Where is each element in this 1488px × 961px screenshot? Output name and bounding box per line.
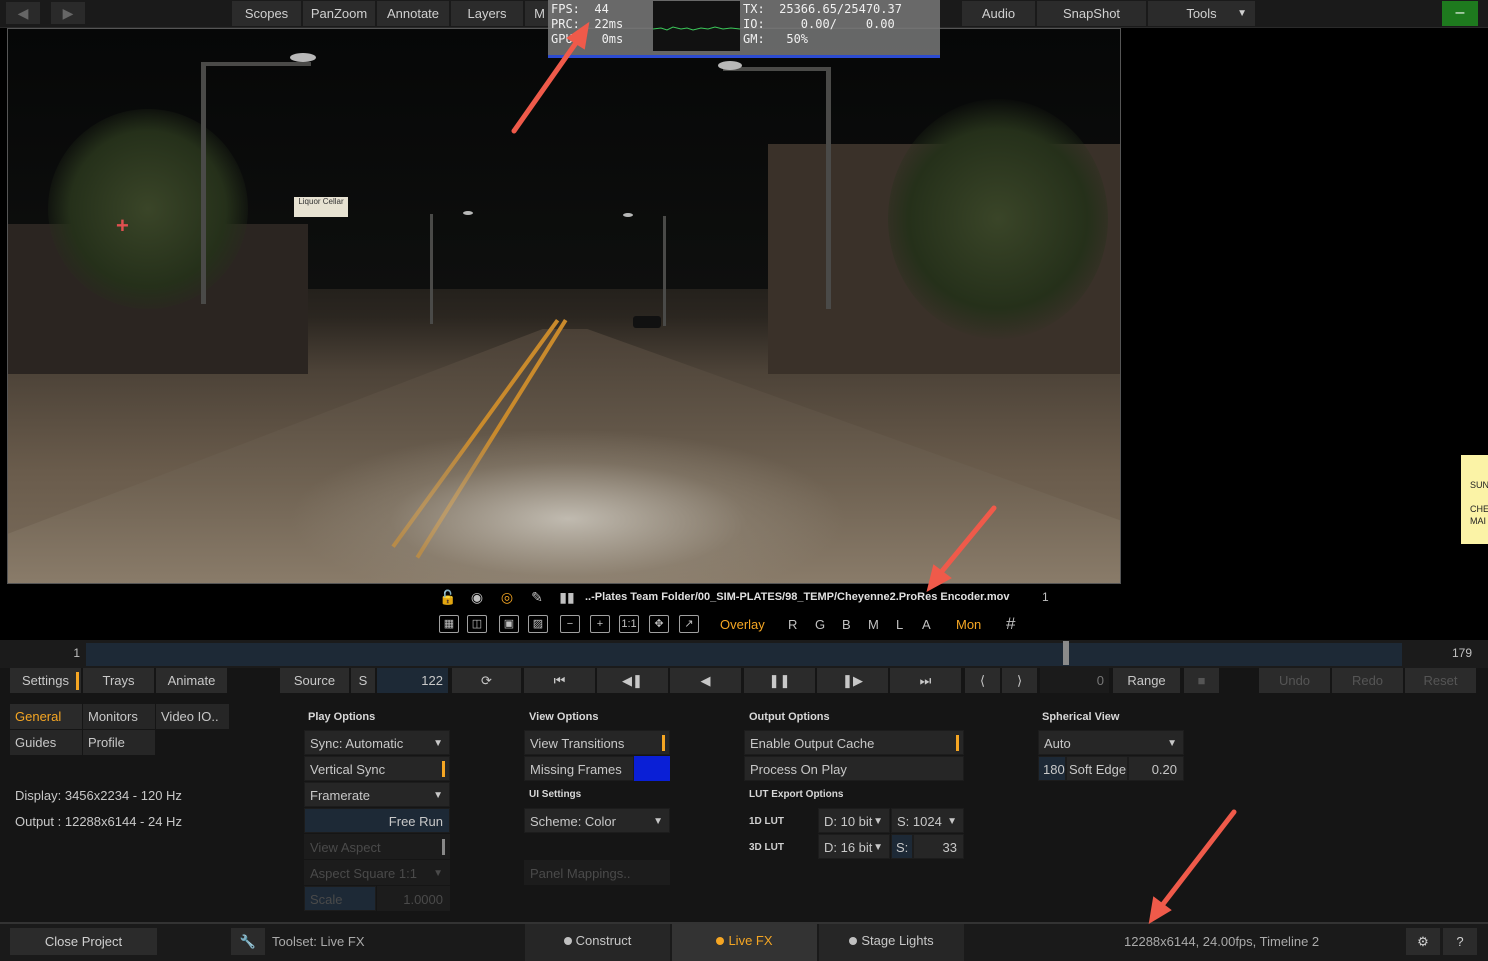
- annotation-arrow-head: [566, 21, 590, 50]
- annotation-arrow-fps: [511, 37, 581, 134]
- annotation-arrow-filepath: [935, 505, 997, 579]
- annotation-arrow-status: [1157, 809, 1237, 911]
- annotation-arrows: [511, 21, 1237, 924]
- annotation-arrow-head: [926, 564, 952, 592]
